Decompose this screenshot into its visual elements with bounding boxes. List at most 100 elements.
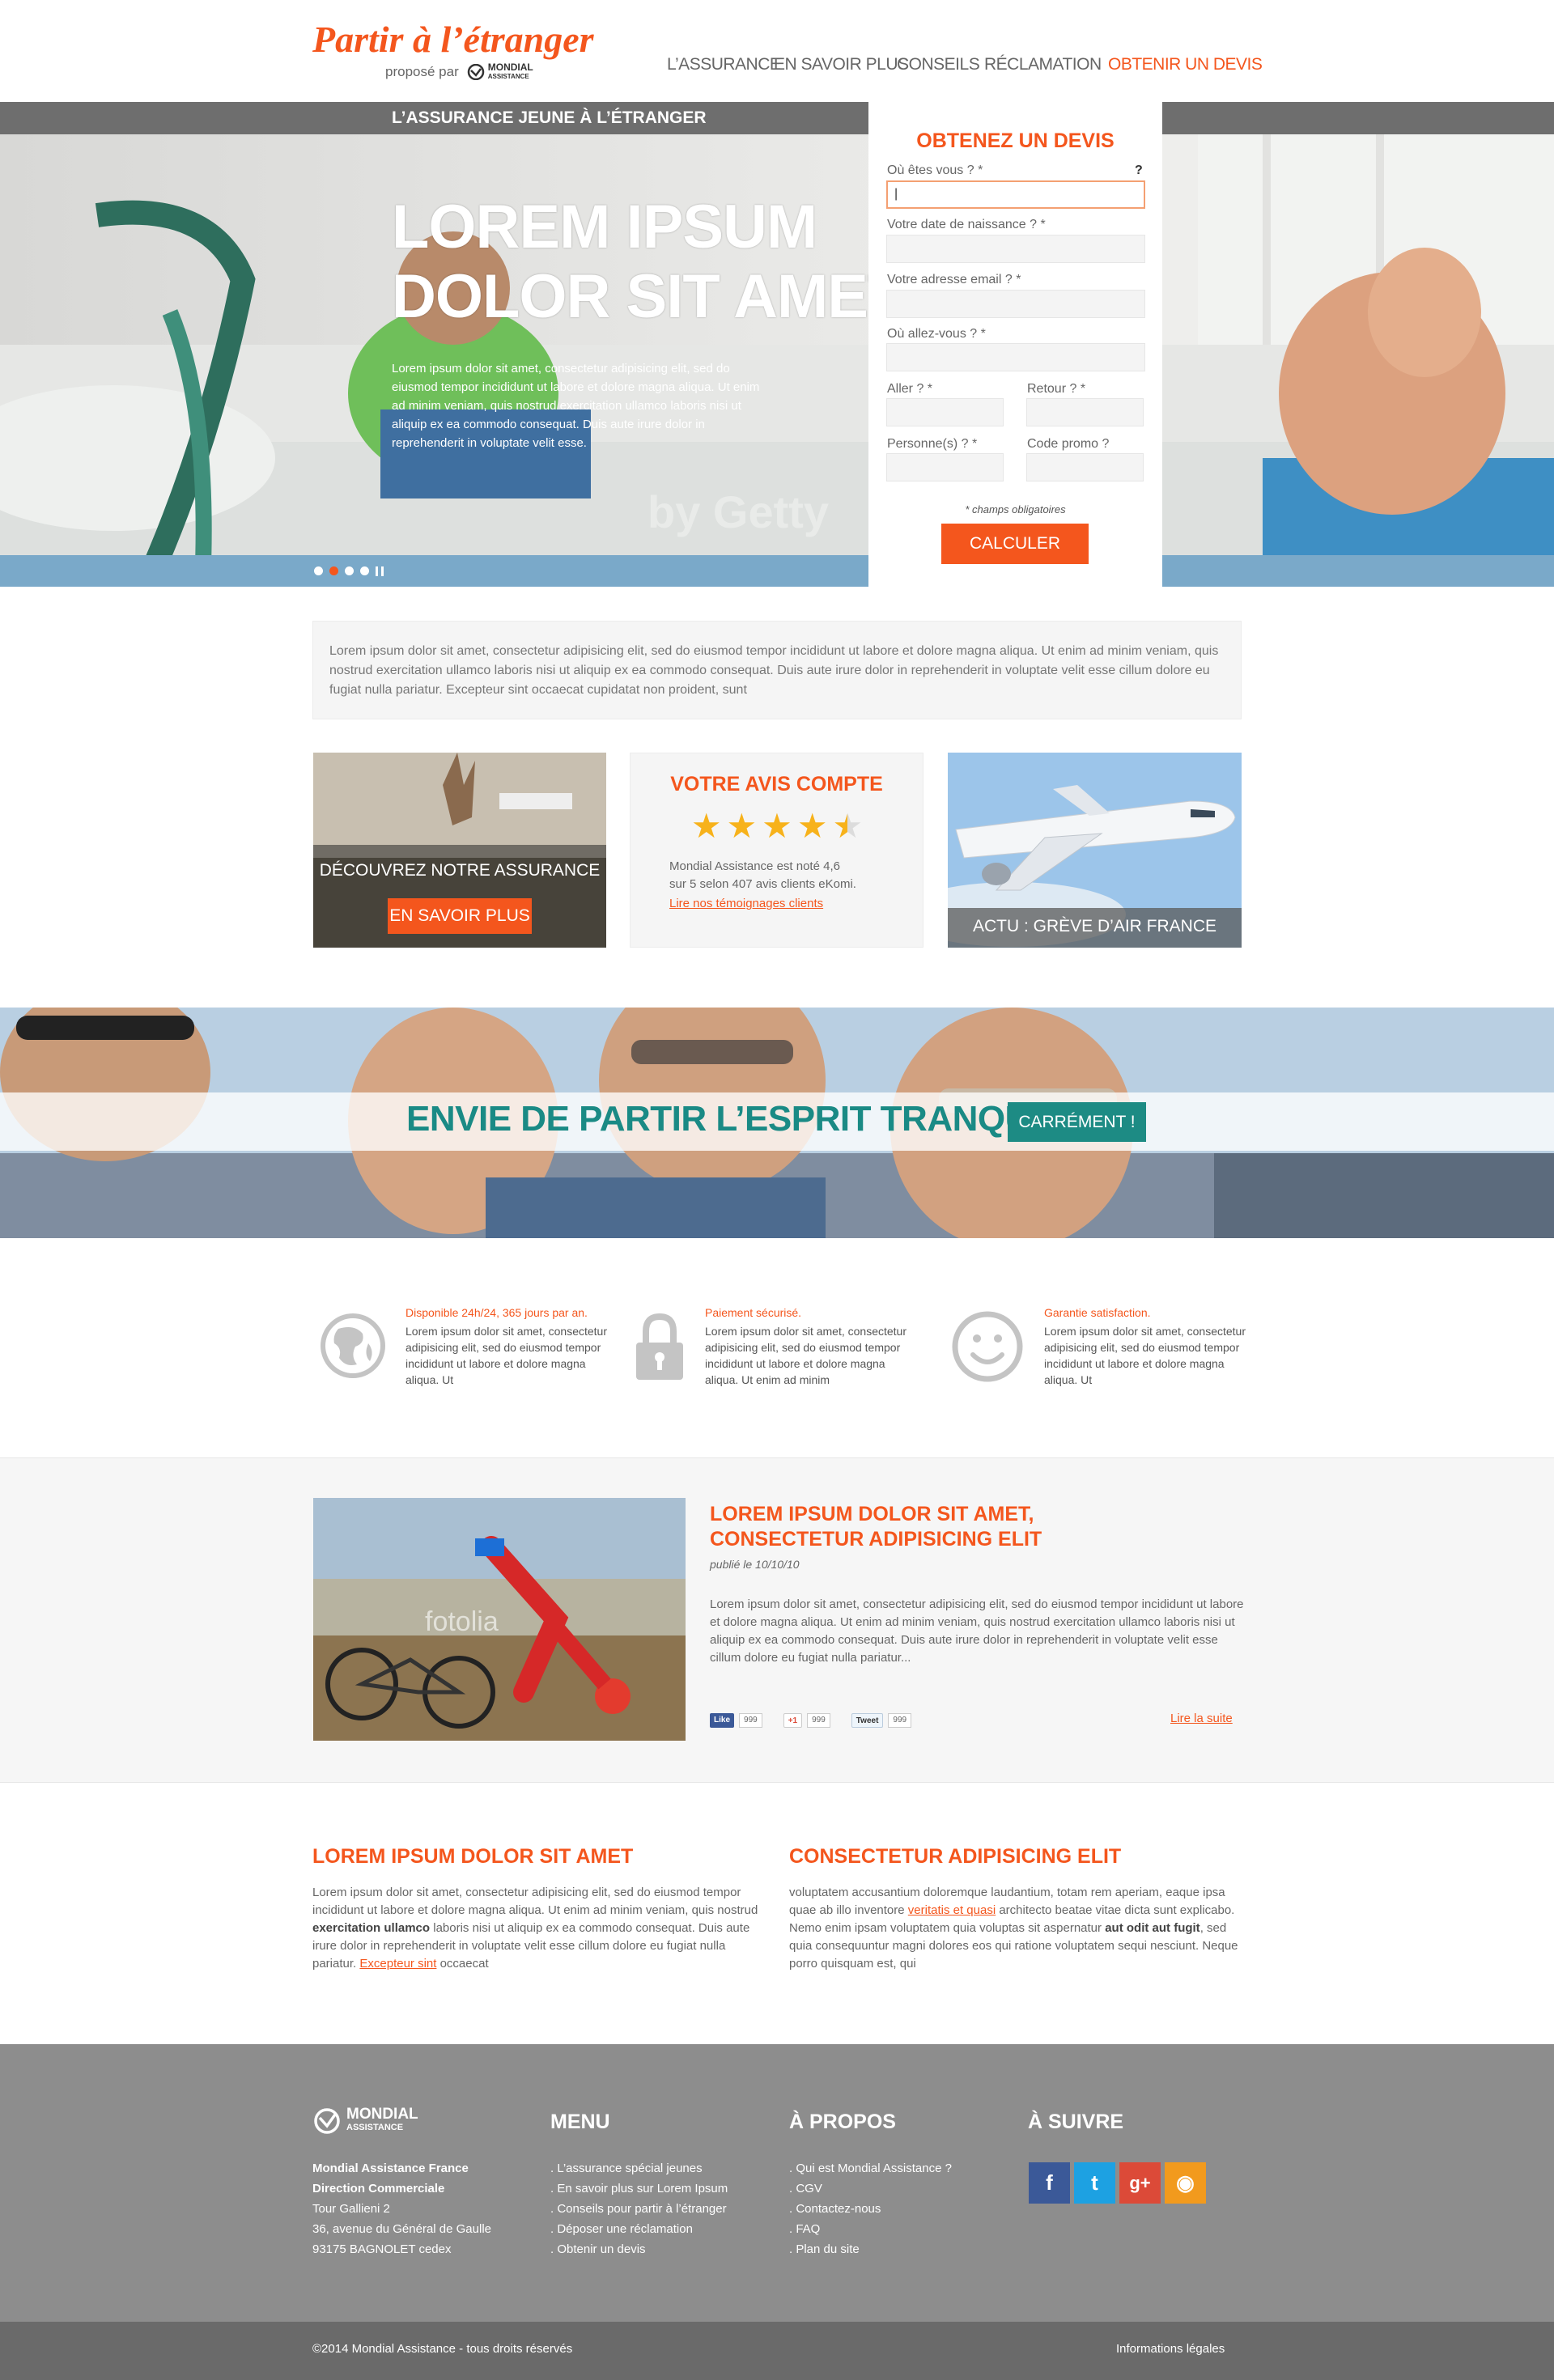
- footer-about-item[interactable]: . CGV: [789, 2178, 952, 2199]
- facebook-like-button[interactable]: Like: [710, 1713, 735, 1728]
- article-title[interactable]: LOREM IPSUM DOLOR SIT AMET, CONSECTETUR …: [710, 1502, 1163, 1552]
- rating-stars: ★ ★ ★ ★ ★: [688, 809, 866, 843]
- feature-title-guarantee: Garantie satisfaction.: [1044, 1306, 1151, 1319]
- footer-bottom-bar: [0, 2322, 1554, 2380]
- destination-input[interactable]: [886, 343, 1145, 371]
- birthdate-input[interactable]: [886, 235, 1145, 263]
- footer: [0, 2044, 1554, 2322]
- location-input[interactable]: |: [886, 180, 1145, 209]
- footer-logo[interactable]: MONDIAL ASSISTANCE: [312, 2106, 418, 2134]
- hero-band-label: L’ASSURANCE JEUNE À L’ÉTRANGER: [392, 108, 707, 127]
- gplus-count: 999: [807, 1713, 830, 1728]
- footer-menu-item[interactable]: . L’assurance spécial jeunes: [550, 2158, 728, 2178]
- right-text-bold: aut odit aut fugit: [1105, 1921, 1200, 1935]
- feature-title-payment: Paiement sécurisé.: [705, 1306, 802, 1319]
- cta-banner-button[interactable]: CARRÉMENT !: [1008, 1102, 1146, 1142]
- hero-top-band: [0, 102, 1554, 134]
- promo-input[interactable]: [1026, 453, 1144, 482]
- hero-title-line1: LOREM IPSUM: [392, 193, 817, 261]
- twitter-icon[interactable]: t: [1074, 2162, 1115, 2204]
- googleplus-icon[interactable]: g+: [1119, 2162, 1161, 2204]
- footer-company: Mondial Assistance France: [312, 2162, 469, 2175]
- slide-dot[interactable]: [314, 566, 323, 575]
- return-input[interactable]: [1026, 398, 1144, 426]
- calculate-button[interactable]: CALCULER: [941, 524, 1089, 564]
- help-icon[interactable]: ?: [1135, 163, 1143, 178]
- review-text-line1: Mondial Assistance est noté 4,6: [669, 859, 840, 873]
- email-input[interactable]: [886, 290, 1145, 318]
- footer-menu-list: . L’assurance spécial jeunes . En savoir…: [550, 2158, 728, 2259]
- feature-text-guarantee: Lorem ipsum dolor sit amet, consectetur …: [1044, 1325, 1246, 1386]
- footer-menu-item[interactable]: . Obtenir un devis: [550, 2239, 728, 2259]
- right-text-link[interactable]: veritatis et quasi: [908, 1903, 996, 1917]
- left-text-part: occaecat: [436, 1957, 489, 1971]
- half-star-icon: ★: [832, 807, 864, 845]
- legal-info-link[interactable]: Informations légales: [1116, 2342, 1225, 2356]
- site-logo-title[interactable]: Partir à l’étranger: [312, 18, 594, 61]
- footer-menu-item[interactable]: . Déposer une réclamation: [550, 2219, 728, 2239]
- partner-subname: ASSISTANCE: [487, 73, 529, 80]
- footer-menu-item[interactable]: . En savoir plus sur Lorem Ipsum: [550, 2178, 728, 2199]
- nav-item-reclamation[interactable]: RÉCLAMATION: [984, 55, 1102, 74]
- pause-icon[interactable]: [376, 566, 384, 576]
- logo-subline: proposé par MONDIAL ASSISTANCE: [385, 62, 533, 81]
- nav-item-obtenir-devis[interactable]: OBTENIR UN DEVIS: [1108, 55, 1263, 74]
- discover-more-button[interactable]: EN SAVOIR PLUS: [388, 898, 532, 934]
- lock-icon: [631, 1312, 688, 1385]
- smiley-icon: [952, 1311, 1023, 1386]
- article-image[interactable]: [313, 1498, 686, 1741]
- mondial-logo-icon: [467, 64, 484, 80]
- article-image-watermark: fotolia: [425, 1606, 499, 1637]
- footer-social-links: f t g+ ◉: [1029, 2162, 1206, 2204]
- nav-item-conseils[interactable]: CONSEILS: [897, 55, 980, 74]
- left-text-part: Lorem ipsum dolor sit amet, consectetur …: [312, 1886, 758, 1917]
- copyright-text: ©2014 Mondial Assistance - tous droits r…: [312, 2342, 573, 2356]
- rss-icon[interactable]: ◉: [1165, 2162, 1206, 2204]
- tweet-count: 999: [888, 1713, 912, 1728]
- left-column-text: Lorem ipsum dolor sit amet, consectetur …: [312, 1884, 766, 1973]
- footer-menu-item[interactable]: . Conseils pour partir à l’étranger: [550, 2199, 728, 2219]
- nav-item-assurance[interactable]: L’ASSURANCE: [667, 55, 781, 74]
- left-text-link[interactable]: Excepteur sint: [359, 1957, 436, 1971]
- persons-input[interactable]: [886, 453, 1004, 482]
- slide-dot[interactable]: [345, 566, 354, 575]
- birthdate-label: Votre date de naissance ? *: [887, 218, 1046, 231]
- depart-input[interactable]: [886, 398, 1004, 426]
- slide-dot-active[interactable]: [329, 566, 338, 575]
- footer-logo-subname: ASSISTANCE: [346, 2123, 404, 2132]
- google-plus-button[interactable]: +1: [783, 1713, 803, 1728]
- right-column-text: voluptatem accusantium doloremque laudan…: [789, 1884, 1242, 1973]
- footer-about-item[interactable]: . FAQ: [789, 2219, 952, 2239]
- discover-card-label: DÉCOUVREZ NOTRE ASSURANCE: [319, 861, 601, 880]
- hero-text: Lorem ipsum dolor sit amet, consectetur …: [392, 362, 760, 450]
- star-icon: ★: [762, 807, 792, 845]
- footer-about-item[interactable]: . Contactez-nous: [789, 2199, 952, 2219]
- article-text: Lorem ipsum dolor sit amet, consectetur …: [710, 1597, 1244, 1665]
- footer-address: Mondial Assistance France Direction Comm…: [312, 2158, 491, 2259]
- promo-label: Code promo ?: [1027, 437, 1110, 451]
- footer-about-item[interactable]: . Plan du site: [789, 2239, 952, 2259]
- review-text-line2: sur 5 selon 407 avis clients eKomi.: [669, 877, 856, 891]
- news-card-label[interactable]: ACTU : GRÈVE D’AIR FRANCE: [948, 917, 1242, 936]
- footer-logo-name: MONDIAL: [346, 2106, 418, 2123]
- nav-item-en-savoir-plus[interactable]: EN SAVOIR PLUS: [774, 55, 909, 74]
- read-more-link[interactable]: Lire la suite: [1170, 1712, 1233, 1725]
- slide-dot[interactable]: [360, 566, 369, 575]
- facebook-icon[interactable]: f: [1029, 2162, 1070, 2204]
- footer-about-title: À PROPOS: [789, 2111, 896, 2133]
- email-label: Votre adresse email ? *: [887, 273, 1021, 286]
- review-card-text: Mondial Assistance est noté 4,6 sur 5 se…: [669, 858, 896, 893]
- star-icon: ★: [796, 807, 828, 845]
- mondial-partner-logo: MONDIAL ASSISTANCE: [467, 62, 533, 81]
- globe-icon: [318, 1311, 388, 1385]
- article-share-bar: Like 999 +1 999 Tweet 999: [710, 1713, 912, 1728]
- footer-menu-title: MENU: [550, 2111, 610, 2133]
- footer-about-item[interactable]: . Qui est Mondial Assistance ?: [789, 2158, 952, 2178]
- article-date: publié le 10/10/10: [710, 1558, 800, 1571]
- footer-follow-title: À SUIVRE: [1028, 2111, 1124, 2133]
- testimonials-link[interactable]: Lire nos témoignages clients: [669, 897, 823, 910]
- hero-title: LOREM IPSUM DOLOR SIT AMET: [392, 193, 905, 332]
- star-icon: ★: [690, 807, 722, 845]
- like-count: 999: [739, 1713, 762, 1728]
- tweet-button[interactable]: Tweet: [851, 1713, 884, 1728]
